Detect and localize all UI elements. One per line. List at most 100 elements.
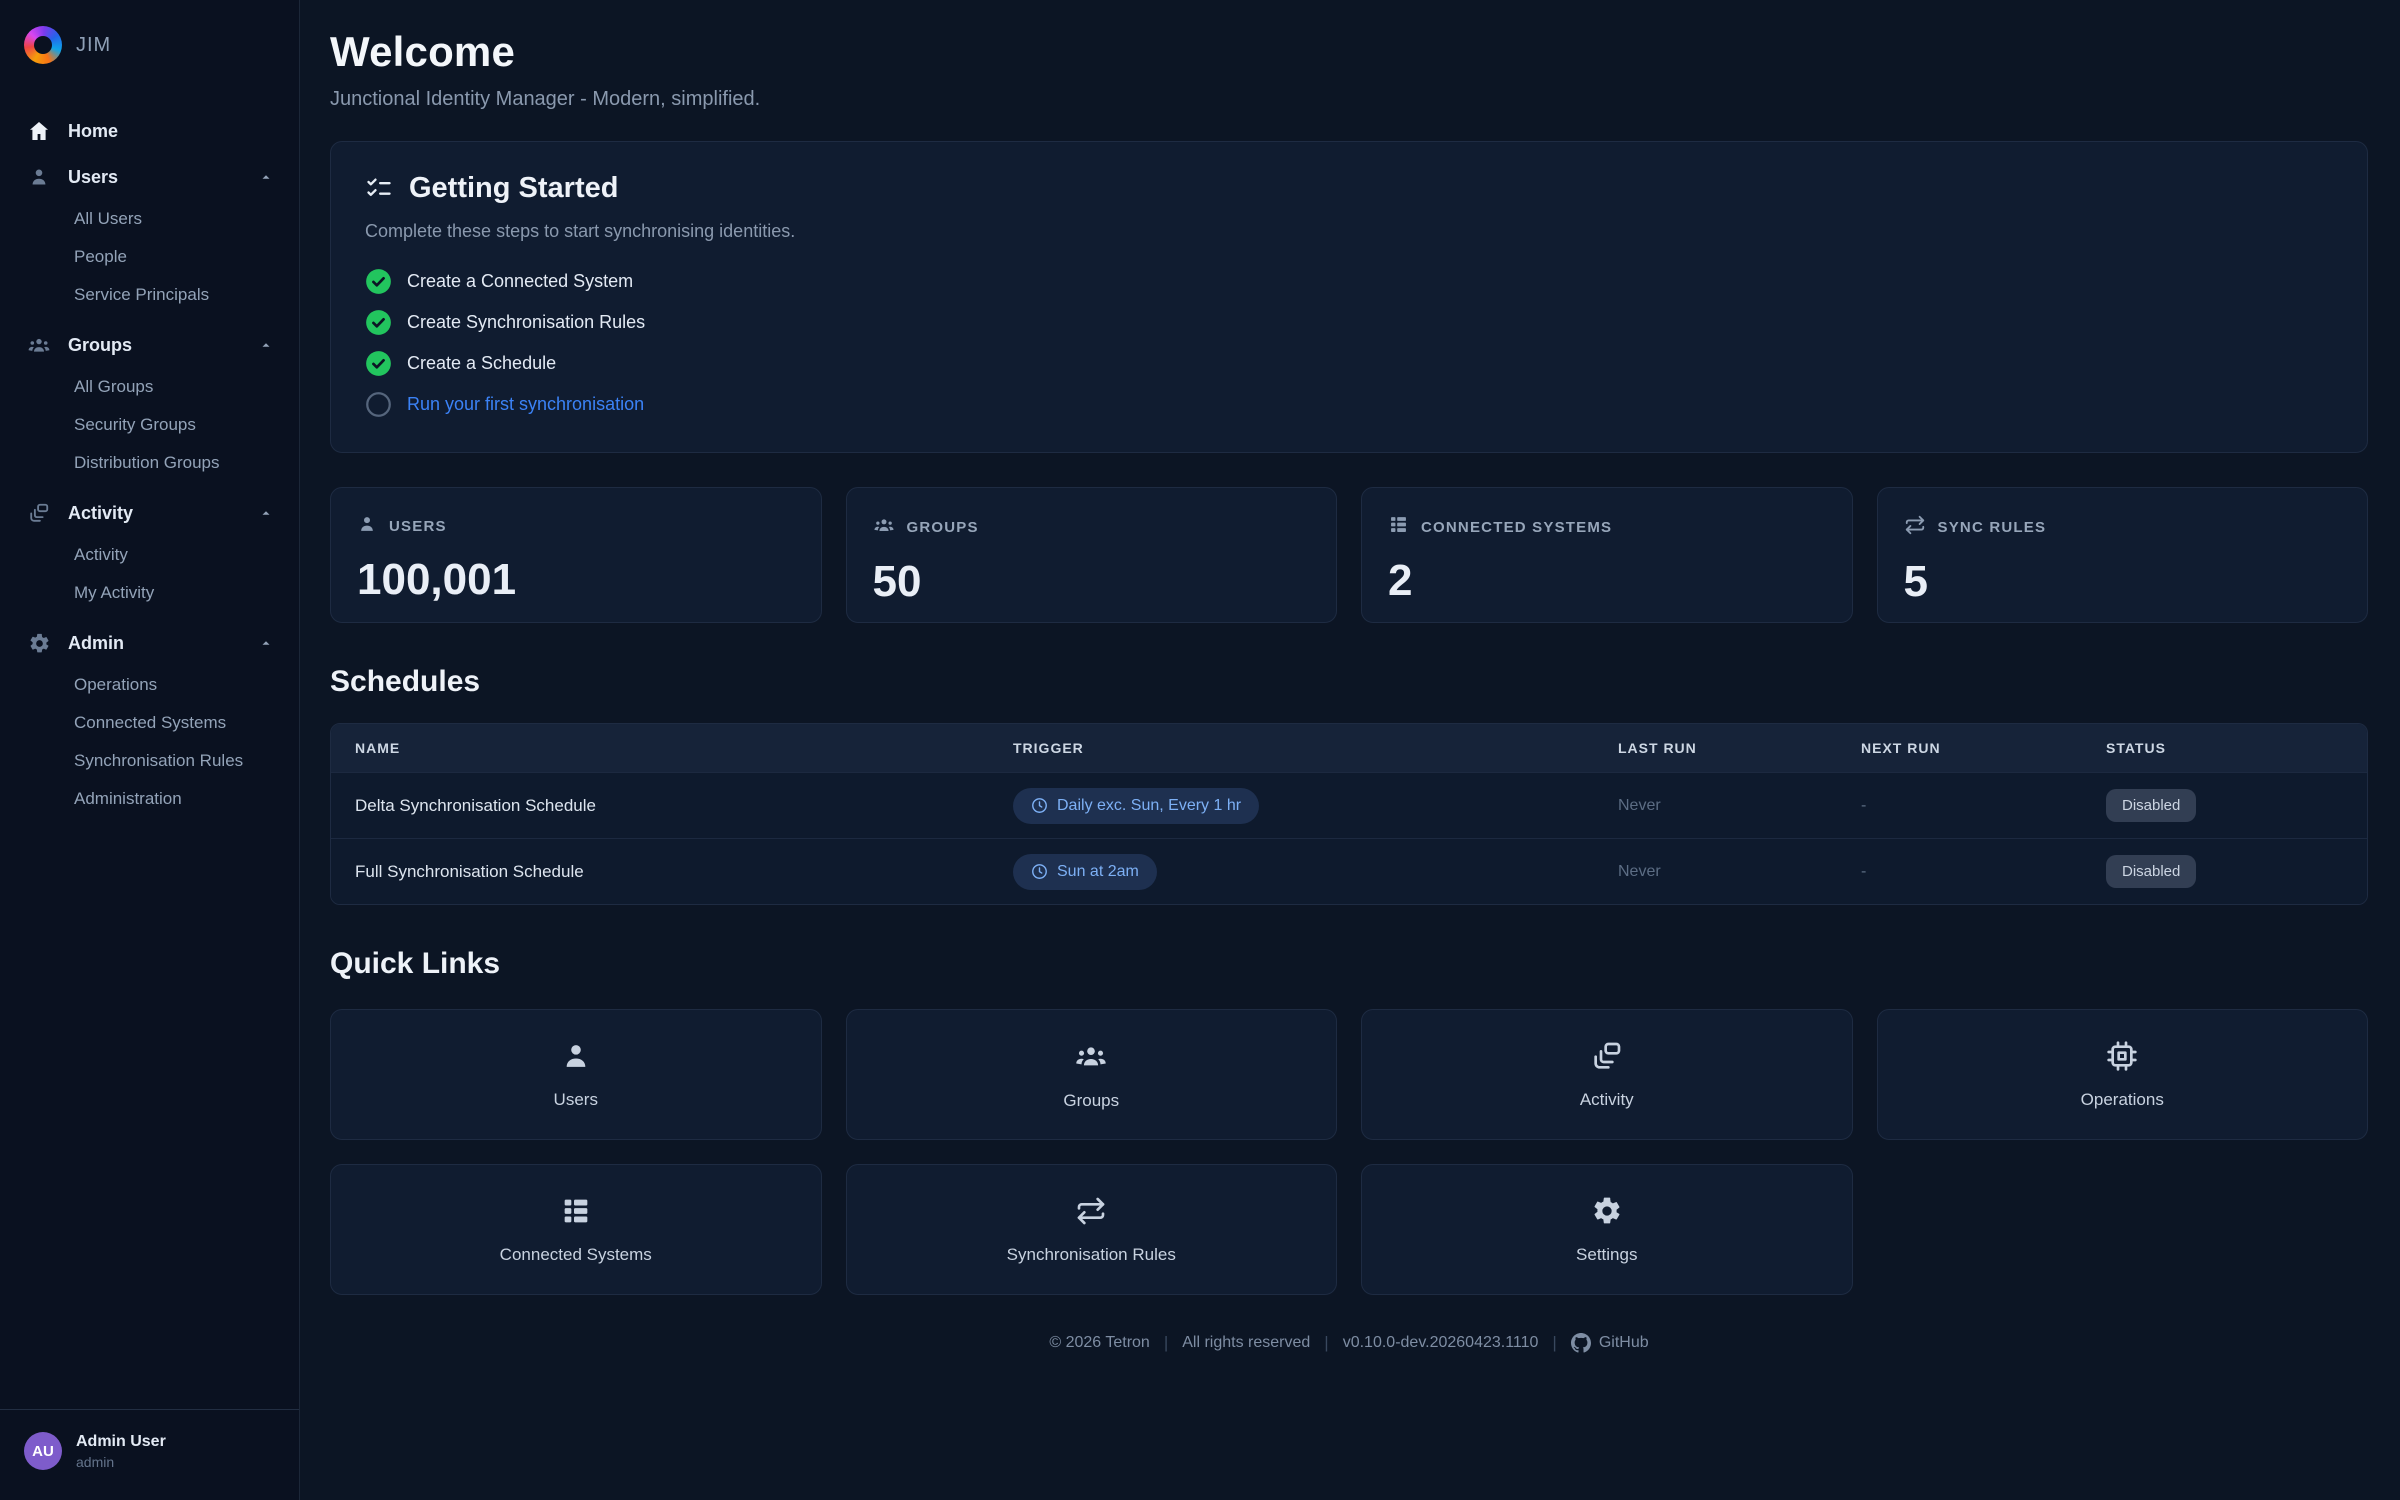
quick-link-connected-systems[interactable]: Connected Systems <box>330 1164 822 1295</box>
col-next-run: NEXT RUN <box>1861 740 2106 756</box>
sidebar-section-admin[interactable]: Admin <box>12 620 287 666</box>
stat-card-connected-systems: CONNECTED SYSTEMS 2 <box>1361 487 1853 623</box>
stat-label: GROUPS <box>907 519 979 536</box>
sidebar-item-synchronisation-rules[interactable]: Synchronisation Rules <box>12 742 287 780</box>
sidebar-subnav-activity: Activity My Activity <box>12 536 287 620</box>
github-icon <box>1571 1333 1591 1353</box>
github-link[interactable]: GitHub <box>1571 1333 1649 1353</box>
sidebar-item-label: Home <box>68 121 273 142</box>
check-circle-icon <box>365 350 392 377</box>
footer-copyright: © 2026 Tetron <box>1049 1334 1149 1352</box>
sidebar-subnav-admin: Operations Connected Systems Synchronisa… <box>12 666 287 826</box>
sidebar-section-groups[interactable]: Groups <box>12 322 287 368</box>
gear-icon <box>1591 1195 1623 1227</box>
sidebar-user[interactable]: AU Admin User admin <box>0 1410 299 1476</box>
sidebar-subnav-groups: All Groups Security Groups Distribution … <box>12 368 287 490</box>
stats-row: USERS 100,001 GROUPS 50 CONNECTED SYSTEM… <box>330 487 2368 623</box>
jim-logo-icon <box>24 26 62 64</box>
stat-value: 2 <box>1388 556 1826 606</box>
stat-card-users: USERS 100,001 <box>330 487 822 623</box>
page-title: Welcome <box>330 28 2368 76</box>
sidebar-item-all-users[interactable]: All Users <box>12 200 287 238</box>
sync-arrows-icon <box>1904 514 1926 541</box>
stat-label: SYNC RULES <box>1938 519 2047 536</box>
sidebar-item-connected-systems[interactable]: Connected Systems <box>12 704 287 742</box>
sidebar-item-all-groups[interactable]: All Groups <box>12 368 287 406</box>
sidebar-section-label: Activity <box>68 503 243 524</box>
getting-started-steps: Create a Connected System Create Synchro… <box>365 268 2333 418</box>
sidebar-section-users[interactable]: Users <box>12 154 287 200</box>
schedules-table: NAME TRIGGER LAST RUN NEXT RUN STATUS De… <box>330 723 2368 905</box>
col-trigger: TRIGGER <box>1013 740 1618 756</box>
footer-separator: | <box>1324 1333 1328 1353</box>
users-group-icon <box>26 332 52 358</box>
stat-card-groups: GROUPS 50 <box>846 487 1338 623</box>
sidebar-item-distribution-groups[interactable]: Distribution Groups <box>12 444 287 482</box>
sidebar-item-my-activity[interactable]: My Activity <box>12 574 287 612</box>
step-create-sync-rules: Create Synchronisation Rules <box>365 309 2333 336</box>
step-create-schedule: Create a Schedule <box>365 350 2333 377</box>
last-run-value: Never <box>1618 863 1861 881</box>
home-icon <box>26 118 52 144</box>
sidebar-section-label: Users <box>68 167 243 188</box>
footer-separator: | <box>1164 1333 1168 1353</box>
stat-value: 100,001 <box>357 555 795 605</box>
getting-started-subtitle: Complete these steps to start synchronis… <box>365 221 2333 242</box>
quick-link-users[interactable]: Users <box>330 1009 822 1140</box>
user-role: admin <box>76 1454 166 1470</box>
quick-link-operations[interactable]: Operations <box>1877 1009 2369 1140</box>
quick-link-activity[interactable]: Activity <box>1361 1009 1853 1140</box>
col-name: NAME <box>355 740 1013 756</box>
chevron-up-icon <box>259 338 273 352</box>
footer: © 2026 Tetron | All rights reserved | v0… <box>330 1333 2368 1383</box>
getting-started-title: Getting Started <box>409 172 618 205</box>
user-name: Admin User <box>76 1433 166 1451</box>
quick-link-groups[interactable]: Groups <box>846 1009 1338 1140</box>
gear-icon <box>26 630 52 656</box>
sidebar-item-administration[interactable]: Administration <box>12 780 287 818</box>
step-run-first-sync: Run your first synchronisation <box>365 391 2333 418</box>
sidebar-item-security-groups[interactable]: Security Groups <box>12 406 287 444</box>
table-row-full-schedule[interactable]: Full Synchronisation Schedule Sun at 2am… <box>331 838 2367 904</box>
user-icon <box>357 514 377 539</box>
avatar: AU <box>24 1432 62 1470</box>
getting-started-card: Getting Started Complete these steps to … <box>330 141 2368 453</box>
chevron-up-icon <box>259 636 273 650</box>
cpu-icon <box>2106 1040 2138 1072</box>
server-icon <box>560 1195 592 1227</box>
sidebar-item-home[interactable]: Home <box>12 108 287 154</box>
next-run-value: - <box>1861 863 2106 881</box>
trigger-badge: Daily exc. Sun, Every 1 hr <box>1013 788 1259 824</box>
stat-value: 5 <box>1904 557 2342 607</box>
sidebar-item-service-principals[interactable]: Service Principals <box>12 276 287 314</box>
check-circle-icon <box>365 309 392 336</box>
sidebar-item-activity[interactable]: Activity <box>12 536 287 574</box>
quick-link-settings[interactable]: Settings <box>1361 1164 1853 1295</box>
sidebar-section-label: Groups <box>68 335 243 356</box>
user-icon <box>560 1040 592 1072</box>
brand: JIM <box>0 20 299 90</box>
table-row-delta-schedule[interactable]: Delta Synchronisation Schedule Daily exc… <box>331 772 2367 838</box>
col-last-run: LAST RUN <box>1618 740 1861 756</box>
server-icon <box>1388 514 1409 540</box>
stat-value: 50 <box>873 557 1311 607</box>
stat-label: CONNECTED SYSTEMS <box>1421 519 1612 536</box>
next-run-value: - <box>1861 797 2106 815</box>
stat-label: USERS <box>389 518 447 535</box>
schedules-title: Schedules <box>330 665 2368 699</box>
sidebar-item-operations[interactable]: Operations <box>12 666 287 704</box>
run-first-sync-link[interactable]: Run your first synchronisation <box>407 394 644 415</box>
empty-circle-icon <box>365 391 392 418</box>
sidebar-section-activity[interactable]: Activity <box>12 490 287 536</box>
sidebar: JIM Home Users All Users People Service … <box>0 0 300 1500</box>
sidebar-section-label: Admin <box>68 633 243 654</box>
chevron-up-icon <box>259 170 273 184</box>
clock-icon <box>1031 863 1048 880</box>
users-group-icon <box>873 514 895 541</box>
sidebar-nav: Home Users All Users People Service Prin… <box>0 90 299 1395</box>
status-badge: Disabled <box>2106 789 2196 822</box>
sidebar-item-people[interactable]: People <box>12 238 287 276</box>
quick-link-synchronisation-rules[interactable]: Synchronisation Rules <box>846 1164 1338 1295</box>
step-create-connected-system: Create a Connected System <box>365 268 2333 295</box>
users-group-icon <box>1074 1039 1108 1073</box>
